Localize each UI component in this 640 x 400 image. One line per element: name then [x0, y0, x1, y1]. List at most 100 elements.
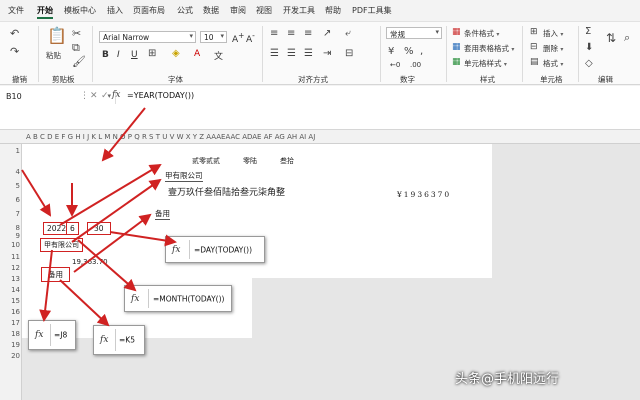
- tab-insert[interactable]: 插入: [107, 5, 123, 16]
- row-label[interactable]: 16: [0, 308, 20, 316]
- tab-developer[interactable]: 开发工具: [283, 5, 315, 16]
- row-label[interactable]: 15: [0, 297, 20, 305]
- merge-cells-icon[interactable]: ⊟: [345, 49, 353, 59]
- copy-icon[interactable]: ⧉: [72, 42, 80, 53]
- align-center-icon[interactable]: ☰: [287, 49, 296, 59]
- underline-button[interactable]: U: [131, 50, 138, 60]
- align-left-icon[interactable]: ☰: [270, 49, 279, 59]
- row-label[interactable]: 11: [0, 253, 20, 261]
- paste-icon[interactable]: 📋: [47, 28, 67, 44]
- bold-button[interactable]: B: [102, 50, 109, 60]
- table-format-button[interactable]: 套用表格格式 ▾: [464, 43, 514, 54]
- font-color-icon[interactable]: A: [194, 49, 200, 59]
- formula-input[interactable]: =YEAR(TODAY()): [127, 91, 194, 100]
- orientation-icon[interactable]: ↗: [323, 29, 331, 39]
- ribbon-separator: [380, 26, 381, 82]
- tab-help[interactable]: 帮助: [325, 5, 341, 16]
- cell-purpose-top[interactable]: 备用: [155, 208, 170, 220]
- row-label[interactable]: 20: [0, 352, 20, 360]
- align-middle-icon[interactable]: ≡: [287, 29, 295, 39]
- row-label[interactable]: 10: [0, 241, 20, 249]
- clear-icon[interactable]: ◇: [585, 59, 593, 69]
- tab-data[interactable]: 数据: [203, 5, 219, 16]
- cell-month-input[interactable]: 6: [66, 222, 79, 235]
- sort-filter-icon[interactable]: ⇅: [606, 32, 616, 44]
- conditional-format-button[interactable]: 条件格式 ▾: [464, 28, 499, 39]
- row-label[interactable]: 8: [0, 224, 20, 232]
- format-cells-button[interactable]: 格式 ▾: [543, 58, 563, 69]
- fill-icon[interactable]: ⬇: [585, 43, 593, 53]
- tab-template-center[interactable]: 模板中心: [64, 5, 96, 16]
- delete-cells-button[interactable]: 删除 ▾: [543, 43, 563, 54]
- cell-amount-input[interactable]: 19,363.70: [72, 258, 108, 266]
- tab-formulas[interactable]: 公式: [177, 5, 193, 16]
- font-name-select[interactable]: Arial Narrow ▾: [99, 31, 196, 43]
- cell-style-button[interactable]: 单元格样式 ▾: [464, 58, 507, 69]
- cell-amount-words[interactable]: 壹万玖仟叁佰陆拾叁元柒角整: [168, 185, 285, 198]
- border-icon[interactable]: ⊞: [148, 49, 156, 59]
- cancel-icon[interactable]: ✕: [90, 91, 98, 101]
- cell-year-words[interactable]: 贰零贰贰: [192, 156, 220, 166]
- currency-icon[interactable]: ¥: [388, 47, 394, 57]
- autosum-icon[interactable]: Σ: [585, 27, 591, 37]
- row-label[interactable]: 6: [0, 196, 20, 204]
- group-label-clipboard: 剪贴板: [52, 75, 75, 84]
- undo-icon[interactable]: ↶: [10, 28, 19, 39]
- more-options-icon[interactable]: ⋮: [80, 91, 89, 101]
- enter-icon[interactable]: ✓: [101, 91, 109, 101]
- tab-pdf-tools[interactable]: PDF工具集: [352, 5, 392, 16]
- align-right-icon[interactable]: ☰: [304, 49, 313, 59]
- callout-formula-text: =J8: [54, 330, 68, 340]
- cell-company-top[interactable]: 甲有限公司: [165, 170, 203, 182]
- align-bottom-icon[interactable]: ≡: [304, 29, 312, 39]
- ribbon-separator: [578, 26, 579, 82]
- tab-review[interactable]: 审阅: [230, 5, 246, 16]
- redo-icon[interactable]: ↷: [10, 46, 19, 57]
- paste-button[interactable]: 粘贴: [46, 50, 61, 61]
- row-label[interactable]: 7: [0, 210, 20, 218]
- italic-button[interactable]: I: [117, 50, 120, 60]
- cell-company-input[interactable]: 甲有限公司: [40, 238, 83, 252]
- name-box[interactable]: B10 ▾: [4, 90, 116, 104]
- phonetic-icon[interactable]: 文: [214, 49, 223, 62]
- cell-purpose-input[interactable]: 备用: [41, 267, 70, 282]
- increase-font-icon[interactable]: A+: [232, 31, 244, 45]
- comma-style-icon[interactable]: ,: [420, 47, 423, 57]
- fill-color-icon[interactable]: ◈: [172, 49, 180, 59]
- cut-icon[interactable]: ✂: [72, 28, 81, 39]
- format-painter-icon[interactable]: 🖌: [72, 56, 86, 67]
- decrease-font-icon[interactable]: A-: [246, 31, 255, 45]
- row-label[interactable]: 18: [0, 330, 20, 338]
- decrease-decimal-icon[interactable]: .00: [410, 61, 421, 69]
- column-labels[interactable]: A B C D E F G H I J K L M N O P Q R S T …: [26, 133, 315, 141]
- ribbon-separator: [522, 26, 523, 82]
- row-label[interactable]: 12: [0, 264, 20, 272]
- insert-function-icon[interactable]: fx: [112, 90, 120, 100]
- wrap-text-icon[interactable]: ⤶: [345, 29, 351, 39]
- font-size-select[interactable]: 10 ▾: [200, 31, 227, 43]
- align-top-icon[interactable]: ≡: [270, 29, 278, 39]
- cell-day-input[interactable]: 30: [87, 222, 111, 235]
- callout-formula-text: =K5: [119, 335, 135, 345]
- percent-icon[interactable]: %: [404, 47, 414, 57]
- find-select-icon[interactable]: ⌕: [624, 32, 630, 43]
- number-format-select[interactable]: 常规 ▾: [386, 27, 442, 39]
- cell-month-words[interactable]: 零陆: [243, 156, 257, 166]
- row-label[interactable]: 1: [0, 147, 20, 155]
- insert-cells-button[interactable]: 插入 ▾: [543, 28, 563, 39]
- row-label[interactable]: 4: [0, 168, 20, 176]
- row-label[interactable]: 19: [0, 341, 20, 349]
- tab-view[interactable]: 视图: [256, 5, 272, 16]
- tab-file[interactable]: 文件: [8, 5, 24, 16]
- row-label[interactable]: 14: [0, 286, 20, 294]
- tab-page-layout[interactable]: 页面布局: [133, 5, 165, 16]
- indent-icon[interactable]: ⇥: [323, 49, 331, 59]
- cell-amount-digits[interactable]: ¥1936370: [397, 190, 451, 199]
- cell-day-words[interactable]: 叁拾: [280, 156, 294, 166]
- row-label[interactable]: 13: [0, 275, 20, 283]
- tab-home[interactable]: 开始: [37, 5, 53, 16]
- row-label[interactable]: 9: [0, 232, 20, 240]
- row-label[interactable]: 17: [0, 319, 20, 327]
- increase-decimal-icon[interactable]: ←0: [390, 61, 400, 69]
- row-label[interactable]: 5: [0, 182, 20, 190]
